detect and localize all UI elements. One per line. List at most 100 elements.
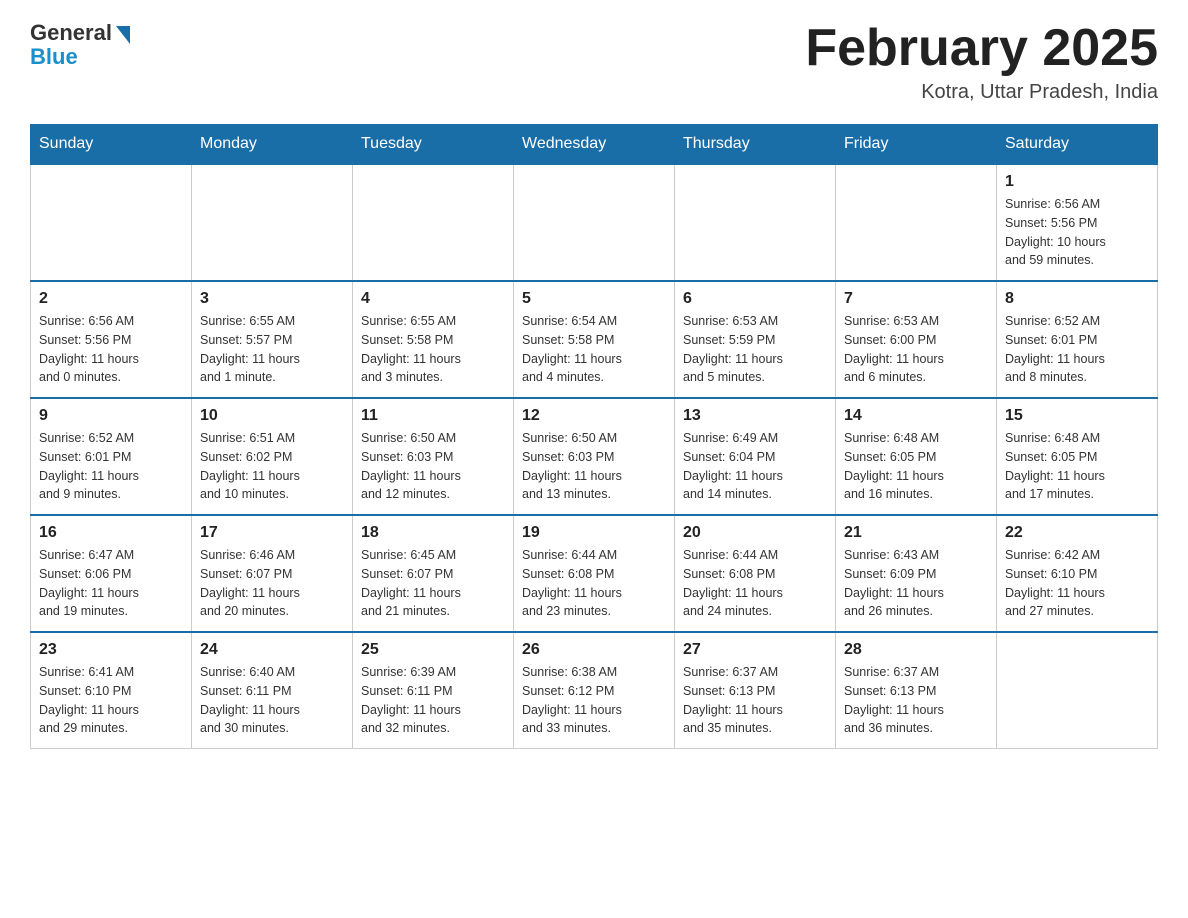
day-number: 27: [683, 641, 827, 659]
logo-general-text: General: [30, 20, 112, 46]
day-info: Sunrise: 6:47 AM Sunset: 6:06 PM Dayligh…: [39, 546, 183, 621]
day-number: 8: [1005, 290, 1149, 308]
calendar-cell: 5 Sunrise: 6:54 AM Sunset: 5:58 PM Daylig…: [514, 281, 675, 398]
calendar-cell: 19 Sunrise: 6:44 AM Sunset: 6:08 PM Dayli…: [514, 515, 675, 632]
weekday-header-friday: Friday: [836, 125, 997, 165]
day-info: Sunrise: 6:44 AM Sunset: 6:08 PM Dayligh…: [683, 546, 827, 621]
day-number: 24: [200, 641, 344, 659]
calendar-cell: 1Sunrise: 6:56 AM Sunset: 5:56 PM Daylig…: [997, 164, 1158, 281]
location-text: Kotra, Uttar Pradesh, India: [805, 81, 1158, 104]
day-info: Sunrise: 6:56 AM Sunset: 5:56 PM Dayligh…: [39, 312, 183, 387]
title-section: February 2025 Kotra, Uttar Pradesh, Indi…: [805, 20, 1158, 104]
day-number: 17: [200, 524, 344, 542]
day-info: Sunrise: 6:51 AM Sunset: 6:02 PM Dayligh…: [200, 429, 344, 504]
weekday-header-row: SundayMondayTuesdayWednesdayThursdayFrid…: [31, 125, 1158, 165]
weekday-header-sunday: Sunday: [31, 125, 192, 165]
calendar-cell: 25Sunrise: 6:39 AM Sunset: 6:11 PM Dayli…: [353, 632, 514, 749]
calendar-cell: 7 Sunrise: 6:53 AM Sunset: 6:00 PM Daylig…: [836, 281, 997, 398]
day-number: 4: [361, 290, 505, 308]
calendar-cell: 3 Sunrise: 6:55 AM Sunset: 5:57 PM Daylig…: [192, 281, 353, 398]
weekday-header-thursday: Thursday: [675, 125, 836, 165]
calendar-cell: 20Sunrise: 6:44 AM Sunset: 6:08 PM Dayli…: [675, 515, 836, 632]
logo-arrow-icon: [116, 26, 130, 44]
day-info: Sunrise: 6:55 AM Sunset: 5:57 PM Dayligh…: [200, 312, 344, 387]
day-number: 16: [39, 524, 183, 542]
day-number: 3: [200, 290, 344, 308]
calendar-cell: [31, 164, 192, 281]
month-title: February 2025: [805, 20, 1158, 77]
day-info: Sunrise: 6:41 AM Sunset: 6:10 PM Dayligh…: [39, 663, 183, 738]
day-number: 11: [361, 407, 505, 425]
day-number: 5: [522, 290, 666, 308]
day-info: Sunrise: 6:39 AM Sunset: 6:11 PM Dayligh…: [361, 663, 505, 738]
calendar-cell: 16 Sunrise: 6:47 AM Sunset: 6:06 PM Dayli…: [31, 515, 192, 632]
logo-blue-text: Blue: [30, 44, 78, 70]
day-info: Sunrise: 6:52 AM Sunset: 6:01 PM Dayligh…: [39, 429, 183, 504]
day-number: 18: [361, 524, 505, 542]
calendar-week-row: 23 Sunrise: 6:41 AM Sunset: 6:10 PM Dayli…: [31, 632, 1158, 749]
weekday-header-wednesday: Wednesday: [514, 125, 675, 165]
day-info: Sunrise: 6:40 AM Sunset: 6:11 PM Dayligh…: [200, 663, 344, 738]
calendar-cell: 6 Sunrise: 6:53 AM Sunset: 5:59 PM Daylig…: [675, 281, 836, 398]
calendar-cell: 9 Sunrise: 6:52 AM Sunset: 6:01 PM Daylig…: [31, 398, 192, 515]
day-info: Sunrise: 6:53 AM Sunset: 5:59 PM Dayligh…: [683, 312, 827, 387]
calendar-cell: 14 Sunrise: 6:48 AM Sunset: 6:05 PM Dayli…: [836, 398, 997, 515]
day-info: Sunrise: 6:50 AM Sunset: 6:03 PM Dayligh…: [361, 429, 505, 504]
calendar-cell: 15 Sunrise: 6:48 AM Sunset: 6:05 PM Dayli…: [997, 398, 1158, 515]
calendar-cell: 27 Sunrise: 6:37 AM Sunset: 6:13 PM Dayli…: [675, 632, 836, 749]
day-info: Sunrise: 6:53 AM Sunset: 6:00 PM Dayligh…: [844, 312, 988, 387]
calendar-cell: [353, 164, 514, 281]
day-number: 21: [844, 524, 988, 542]
weekday-header-saturday: Saturday: [997, 125, 1158, 165]
calendar-cell: 8 Sunrise: 6:52 AM Sunset: 6:01 PM Daylig…: [997, 281, 1158, 398]
logo: General Blue: [30, 20, 130, 70]
calendar-cell: [192, 164, 353, 281]
day-number: 9: [39, 407, 183, 425]
day-info: Sunrise: 6:37 AM Sunset: 6:13 PM Dayligh…: [683, 663, 827, 738]
day-info: Sunrise: 6:43 AM Sunset: 6:09 PM Dayligh…: [844, 546, 988, 621]
calendar-week-row: 1Sunrise: 6:56 AM Sunset: 5:56 PM Daylig…: [31, 164, 1158, 281]
calendar-cell: 4Sunrise: 6:55 AM Sunset: 5:58 PM Daylig…: [353, 281, 514, 398]
calendar-cell: 11 Sunrise: 6:50 AM Sunset: 6:03 PM Dayli…: [353, 398, 514, 515]
day-number: 7: [844, 290, 988, 308]
calendar-week-row: 9 Sunrise: 6:52 AM Sunset: 6:01 PM Daylig…: [31, 398, 1158, 515]
day-info: Sunrise: 6:48 AM Sunset: 6:05 PM Dayligh…: [1005, 429, 1149, 504]
day-info: Sunrise: 6:42 AM Sunset: 6:10 PM Dayligh…: [1005, 546, 1149, 621]
day-number: 12: [522, 407, 666, 425]
day-info: Sunrise: 6:48 AM Sunset: 6:05 PM Dayligh…: [844, 429, 988, 504]
calendar-cell: [675, 164, 836, 281]
weekday-header-tuesday: Tuesday: [353, 125, 514, 165]
day-number: 19: [522, 524, 666, 542]
day-info: Sunrise: 6:38 AM Sunset: 6:12 PM Dayligh…: [522, 663, 666, 738]
calendar-cell: [997, 632, 1158, 749]
calendar-cell: 2 Sunrise: 6:56 AM Sunset: 5:56 PM Daylig…: [31, 281, 192, 398]
day-info: Sunrise: 6:50 AM Sunset: 6:03 PM Dayligh…: [522, 429, 666, 504]
day-number: 14: [844, 407, 988, 425]
day-number: 26: [522, 641, 666, 659]
page-header: General Blue February 2025 Kotra, Uttar …: [30, 20, 1158, 104]
day-number: 2: [39, 290, 183, 308]
day-number: 15: [1005, 407, 1149, 425]
day-info: Sunrise: 6:44 AM Sunset: 6:08 PM Dayligh…: [522, 546, 666, 621]
calendar-cell: [514, 164, 675, 281]
calendar-cell: 23 Sunrise: 6:41 AM Sunset: 6:10 PM Dayli…: [31, 632, 192, 749]
calendar-cell: 21 Sunrise: 6:43 AM Sunset: 6:09 PM Dayli…: [836, 515, 997, 632]
day-number: 10: [200, 407, 344, 425]
calendar-cell: 10 Sunrise: 6:51 AM Sunset: 6:02 PM Dayli…: [192, 398, 353, 515]
day-info: Sunrise: 6:54 AM Sunset: 5:58 PM Dayligh…: [522, 312, 666, 387]
calendar-cell: 24 Sunrise: 6:40 AM Sunset: 6:11 PM Dayli…: [192, 632, 353, 749]
day-number: 22: [1005, 524, 1149, 542]
day-number: 13: [683, 407, 827, 425]
calendar-cell: 12 Sunrise: 6:50 AM Sunset: 6:03 PM Dayli…: [514, 398, 675, 515]
day-number: 6: [683, 290, 827, 308]
day-info: Sunrise: 6:52 AM Sunset: 6:01 PM Dayligh…: [1005, 312, 1149, 387]
day-info: Sunrise: 6:37 AM Sunset: 6:13 PM Dayligh…: [844, 663, 988, 738]
weekday-header-monday: Monday: [192, 125, 353, 165]
day-number: 28: [844, 641, 988, 659]
day-number: 1: [1005, 173, 1149, 191]
calendar-cell: 26 Sunrise: 6:38 AM Sunset: 6:12 PM Dayli…: [514, 632, 675, 749]
calendar-cell: 18Sunrise: 6:45 AM Sunset: 6:07 PM Dayli…: [353, 515, 514, 632]
day-info: Sunrise: 6:46 AM Sunset: 6:07 PM Dayligh…: [200, 546, 344, 621]
day-number: 23: [39, 641, 183, 659]
calendar-week-row: 16 Sunrise: 6:47 AM Sunset: 6:06 PM Dayli…: [31, 515, 1158, 632]
